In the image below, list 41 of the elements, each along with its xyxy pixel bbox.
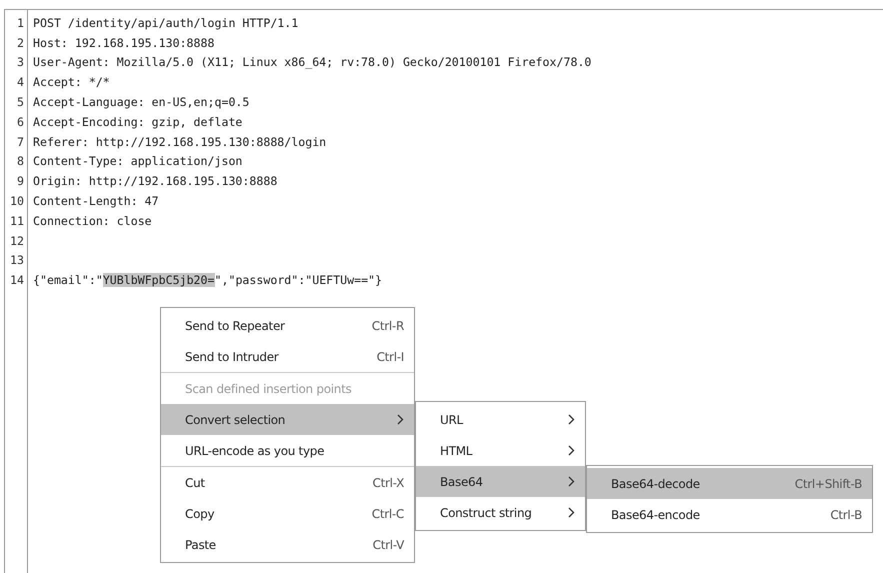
menu-item[interactable]: Send to Repeater Ctrl-R (161, 310, 414, 341)
code-text: Accept-Language: en-US,en;q=0.5 (33, 95, 250, 110)
code-text: Content-Type: application/json (33, 154, 242, 168)
code-text: Accept-Encoding: gzip, deflate (33, 114, 242, 129)
code-text: {"email":" (33, 273, 103, 288)
line-number: 5 (16, 95, 25, 110)
menu-item[interactable]: Construct string (416, 497, 585, 528)
code-text: Origin: http://192.168.195.130:8888 (33, 174, 278, 188)
line-number: 7 (16, 134, 25, 149)
line-number: 13 (9, 253, 25, 268)
selected-text: YUBlbWFpbC5jb20= (102, 273, 214, 288)
menu-item[interactable]: Base64 (416, 466, 585, 497)
menu-item[interactable]: URL (416, 404, 585, 435)
line-number: 9 (16, 174, 25, 188)
line-number: 4 (16, 75, 25, 90)
line-number: 6 (16, 114, 25, 129)
line-number: 11 (9, 214, 25, 228)
line-number: 8 (16, 154, 25, 168)
line-number: 1 (16, 16, 25, 30)
line-number: 3 (16, 55, 25, 70)
menu-item[interactable]: Cut Ctrl-X (161, 467, 414, 498)
menu-item[interactable]: Paste Ctrl-V (161, 529, 414, 560)
code-text: User-Agent: Mozilla/5.0 (X11; Linux x86_64; rv:78.0) Gecko/20100101 Firefox/78.0 (33, 55, 592, 70)
code-text: Referer: http://192.168.195.130:8888/login (33, 134, 326, 149)
code-text: Connection: close (33, 214, 152, 228)
code-text: Host: 192.168.195.130:8888 (33, 36, 214, 50)
code-text: ","password":"UEFTUw=="} (214, 273, 382, 288)
menu-item[interactable]: Send to Intruder Ctrl-I (161, 341, 414, 372)
code-text: POST /identity/api/auth/login HTTP/1.1 (33, 16, 298, 30)
code-text: Accept: */* (33, 75, 110, 90)
line-number: 10 (9, 194, 25, 208)
menu-item[interactable]: Base64-decode Ctrl+Shift-B (587, 468, 872, 499)
code-text: Content-Length: 47 (33, 194, 159, 208)
line-number: 14 (9, 273, 25, 288)
line-number: 2 (16, 36, 25, 50)
line-number: 12 (9, 234, 25, 248)
menu-item[interactable]: Convert selection (161, 404, 414, 435)
menu-item[interactable]: URL-encode as you type (161, 435, 414, 466)
menu-item[interactable]: Copy Ctrl-C (161, 498, 414, 529)
menu-item[interactable]: HTML (416, 435, 585, 466)
menu-item[interactable]: Base64-encode Ctrl-B (587, 499, 872, 530)
